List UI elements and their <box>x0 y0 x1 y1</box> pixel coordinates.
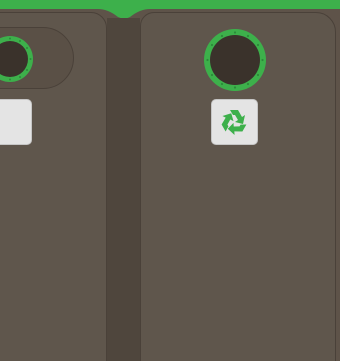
right-bin-slot[interactable] <box>202 28 268 92</box>
center-divider <box>107 18 140 361</box>
recycle-item-tile[interactable] <box>211 99 258 145</box>
recycle-icon <box>221 110 247 136</box>
game-scene <box>0 0 340 361</box>
left-bin-slot[interactable] <box>0 31 37 87</box>
left-item-tile[interactable] <box>0 99 32 145</box>
